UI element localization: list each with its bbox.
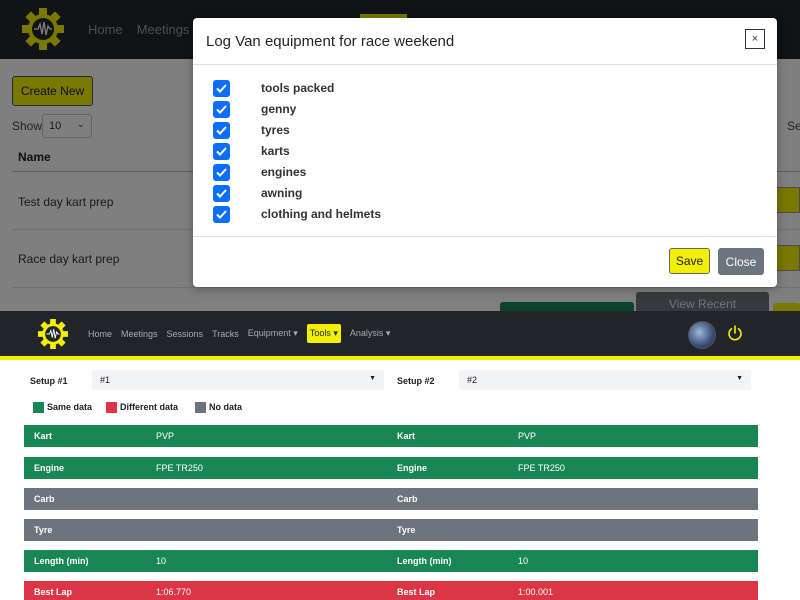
caret-down-icon: ▾ bbox=[330, 328, 338, 338]
checklist-item-label: tyres bbox=[261, 123, 290, 137]
equipment-checklist-modal: Log Van equipment for race weekend × too… bbox=[193, 18, 777, 287]
row-label: Length (min) bbox=[397, 556, 452, 566]
checklist-item-label: tools packed bbox=[261, 81, 335, 95]
setup-1-cell: FPE TR250 bbox=[156, 463, 203, 473]
gear-logo-icon[interactable] bbox=[38, 319, 68, 349]
legend-label: No data bbox=[209, 402, 243, 412]
row-label: Kart bbox=[34, 431, 53, 441]
checklist-item-label: clothing and helmets bbox=[261, 207, 382, 221]
setup-1-select[interactable]: #1 ▼ bbox=[92, 370, 384, 390]
nav-equipment-label: Equipment bbox=[247, 328, 291, 338]
setup-2-cell: 10 bbox=[518, 556, 529, 566]
caret-down-icon: ▼ bbox=[736, 375, 743, 382]
legend-different: Different data bbox=[106, 401, 178, 413]
checklist-item-label: engines bbox=[261, 165, 307, 179]
list-page-screen: Home Meetings S Create New Show 10 ⌄ Se … bbox=[0, 0, 800, 311]
row-label: Length (min) bbox=[34, 556, 89, 566]
checklist-item[interactable]: genny bbox=[213, 100, 296, 118]
checklist-item[interactable]: tyres bbox=[213, 121, 290, 139]
nav-home[interactable]: Home bbox=[88, 329, 112, 339]
compare-row-tyre: Tyre Tyre bbox=[24, 519, 758, 541]
setup-2-select[interactable]: #2 ▼ bbox=[459, 370, 751, 390]
nav-tools-dropdown[interactable]: Tools ▾ bbox=[306, 324, 341, 343]
checklist-item-label: genny bbox=[261, 102, 297, 116]
modal-footer-divider bbox=[193, 236, 777, 237]
compare-row-length: Length (min) 10 Length (min) 10 bbox=[24, 550, 758, 572]
setup-1-cell: 10 bbox=[156, 556, 167, 566]
nav-links: Home Meetings Sessions Tracks Equipment … bbox=[88, 311, 390, 356]
row-label: Engine bbox=[34, 463, 65, 473]
power-icon[interactable] bbox=[727, 325, 743, 341]
legend-swatch-none bbox=[195, 401, 206, 413]
checklist-item-label: karts bbox=[261, 144, 290, 158]
avatar[interactable] bbox=[688, 321, 716, 349]
nav-tracks[interactable]: Tracks bbox=[212, 329, 239, 339]
nav-analysis-label: Analysis bbox=[349, 328, 384, 338]
row-label: Carb bbox=[34, 494, 55, 504]
row-label: Tyre bbox=[34, 525, 53, 535]
legend-label: Different data bbox=[120, 402, 179, 412]
row-label: Tyre bbox=[397, 525, 416, 535]
row-label: Best Lap bbox=[397, 587, 436, 597]
checkbox-checked-icon[interactable] bbox=[213, 184, 230, 202]
navbar-accent-line bbox=[0, 356, 800, 360]
checkbox-checked-icon[interactable] bbox=[213, 121, 230, 139]
setup-2-value: #2 bbox=[467, 375, 478, 385]
nav-tools-label: Tools bbox=[309, 328, 331, 338]
caret-down-icon: ▾ bbox=[290, 328, 298, 338]
modal-title: Log Van equipment for race weekend bbox=[206, 33, 455, 50]
compare-row-carb: Carb Carb bbox=[24, 488, 758, 510]
checklist-item[interactable]: tools packed bbox=[213, 79, 334, 97]
legend-same: Same data bbox=[33, 401, 92, 413]
setup-1-cell: PVP bbox=[156, 431, 175, 441]
checkbox-checked-icon[interactable] bbox=[213, 79, 230, 97]
row-label: Best Lap bbox=[34, 587, 73, 597]
close-button[interactable]: Close bbox=[718, 248, 764, 275]
modal-header-divider bbox=[193, 64, 777, 65]
navbar: Home Meetings Sessions Tracks Equipment … bbox=[0, 311, 800, 356]
legend-swatch-same bbox=[33, 401, 44, 413]
legend-label: Same data bbox=[47, 402, 93, 412]
setup-2-cell: PVP bbox=[518, 431, 537, 441]
legend-none: No data bbox=[195, 401, 242, 413]
row-label: Engine bbox=[397, 463, 428, 473]
nav-analysis-dropdown[interactable]: Analysis ▾ bbox=[350, 328, 391, 339]
legend-swatch-different bbox=[106, 401, 117, 413]
setup-1-cell: 1:06.770 bbox=[156, 587, 192, 597]
checkbox-checked-icon[interactable] bbox=[213, 163, 230, 181]
save-button[interactable]: Save bbox=[669, 248, 710, 274]
row-label: Kart bbox=[397, 431, 416, 441]
caret-down-icon: ▾ bbox=[383, 328, 391, 338]
checkbox-checked-icon[interactable] bbox=[213, 100, 230, 118]
setup-1-label: Setup #1 bbox=[30, 376, 68, 386]
setup-2-cell: FPE TR250 bbox=[518, 463, 565, 473]
nav-sessions[interactable]: Sessions bbox=[167, 329, 204, 339]
compare-row-kart: Kart PVP Kart PVP bbox=[24, 425, 758, 447]
caret-down-icon: ▼ bbox=[369, 375, 376, 382]
nav-meetings[interactable]: Meetings bbox=[121, 329, 158, 339]
checklist-item[interactable]: awning bbox=[213, 184, 302, 202]
setup-2-cell: 1:00.001 bbox=[518, 587, 554, 597]
checklist-item[interactable]: engines bbox=[213, 163, 306, 181]
setup-1-value: #1 bbox=[100, 375, 111, 385]
checklist-item-label: awning bbox=[261, 186, 303, 200]
row-label: Carb bbox=[397, 494, 418, 504]
compare-row-best-lap: Best Lap 1:06.770 Best Lap 1:00.001 bbox=[24, 581, 758, 600]
setup-compare-screen: Home Meetings Sessions Tracks Equipment … bbox=[0, 311, 800, 600]
close-icon[interactable]: × bbox=[745, 29, 765, 49]
checkbox-checked-icon[interactable] bbox=[213, 205, 230, 223]
compare-row-engine: Engine FPE TR250 Engine FPE TR250 bbox=[24, 457, 758, 479]
checklist-item[interactable]: karts bbox=[213, 142, 290, 160]
checkbox-checked-icon[interactable] bbox=[213, 142, 230, 160]
checklist-item[interactable]: clothing and helmets bbox=[213, 205, 381, 223]
setup-2-label: Setup #2 bbox=[397, 376, 435, 386]
nav-equipment-dropdown[interactable]: Equipment ▾ bbox=[248, 328, 298, 339]
